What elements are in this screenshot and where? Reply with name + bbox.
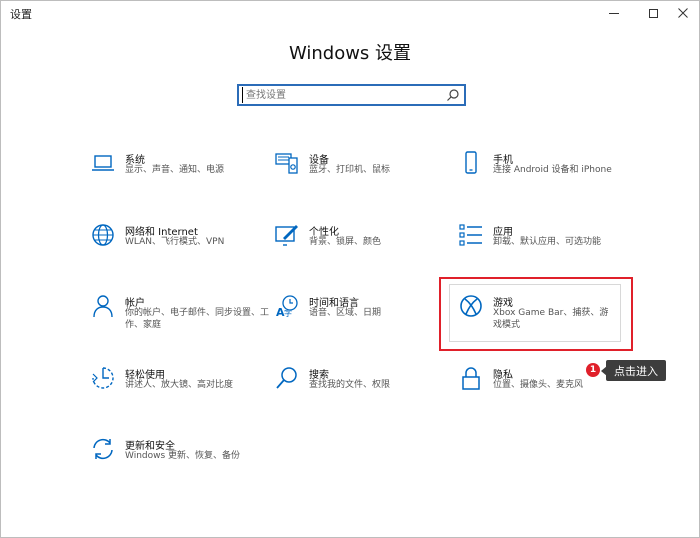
ease-of-access-icon [92,367,114,389]
tile-subtitle: 你的帐户、电子邮件、同步设置、工作、家庭 [125,308,270,330]
tile-accounts[interactable]: 帐户 你的帐户、电子邮件、同步设置、工作、家庭 [91,294,271,344]
sync-icon [93,438,113,460]
page-title: Windows 设置 [288,43,412,64]
settings-window: 设置 Windows 设置 系统 显示、声音、通知、电源 [0,0,700,538]
tile-devices[interactable]: 设备 蓝牙、打印机、鼠标 [275,151,455,201]
time-language-icon: A 字 [276,295,298,318]
tile-subtitle: 查找我的文件、权限 [309,380,391,390]
search-box[interactable] [237,84,466,106]
tile-subtitle: 显示、声音、通知、电源 [125,165,225,175]
tile-subtitle: WLAN、飞行模式、VPN [125,237,225,247]
tile-subtitle: 背景、锁屏、颜色 [309,237,382,247]
tile-subtitle: 讲述人、放大镜、高对比度 [125,380,234,390]
magnifier-icon [276,367,297,389]
tile-network[interactable]: 网络和 Internet WLAN、飞行模式、VPN [91,223,271,273]
minimize-button[interactable] [597,1,631,25]
tile-gaming[interactable]: 游戏 Xbox Game Bar、捕获、游戏模式 [459,294,639,344]
search-icon[interactable] [446,88,460,102]
step-badge: 1 [586,363,600,377]
window-title: 设置 [10,8,32,21]
tile-ease-of-access[interactable]: 轻松使用 讲述人、放大镜、高对比度 [91,366,271,416]
svg-text:字: 字 [284,308,292,318]
tile-system[interactable]: 系统 显示、声音、通知、电源 [91,151,271,201]
title-bar: 设置 [1,1,699,25]
xbox-icon [460,295,482,317]
maximize-button[interactable] [636,1,670,25]
laptop-icon [92,155,114,171]
tile-subtitle: 语音、区域、日期 [309,308,382,318]
maximize-icon [648,8,658,18]
phone-icon [465,151,477,174]
search-input[interactable] [242,87,437,103]
lock-icon [462,367,480,390]
tile-subtitle: 卸载、默认应用、可选功能 [493,237,602,247]
tile-phone[interactable]: 手机 连接 Android 设备和 iPhone [459,151,639,201]
tile-subtitle: 蓝牙、打印机、鼠标 [309,165,391,175]
tile-search[interactable]: 搜索 查找我的文件、权限 [275,366,455,416]
close-button[interactable] [666,1,700,25]
close-icon [678,8,688,18]
person-icon [93,295,113,318]
tile-update-security[interactable]: 更新和安全 Windows 更新、恢复、备份 [91,437,271,487]
tile-subtitle: Windows 更新、恢复、备份 [125,451,241,461]
tile-apps[interactable]: 应用 卸载、默认应用、可选功能 [459,223,639,273]
globe-icon [92,224,114,246]
callout-label: 点击进入 [606,360,666,381]
tile-time-language[interactable]: A 字 时间和语言 语音、区域、日期 [275,294,455,344]
devices-icon [275,153,298,174]
minimize-icon [609,12,619,14]
tile-personalization[interactable]: 个性化 背景、锁屏、颜色 [275,223,455,273]
paint-icon [275,225,298,246]
tile-subtitle: Xbox Game Bar、捕获、游戏模式 [493,308,609,330]
apps-list-icon [459,224,482,246]
tile-subtitle: 连接 Android 设备和 iPhone [493,165,612,175]
